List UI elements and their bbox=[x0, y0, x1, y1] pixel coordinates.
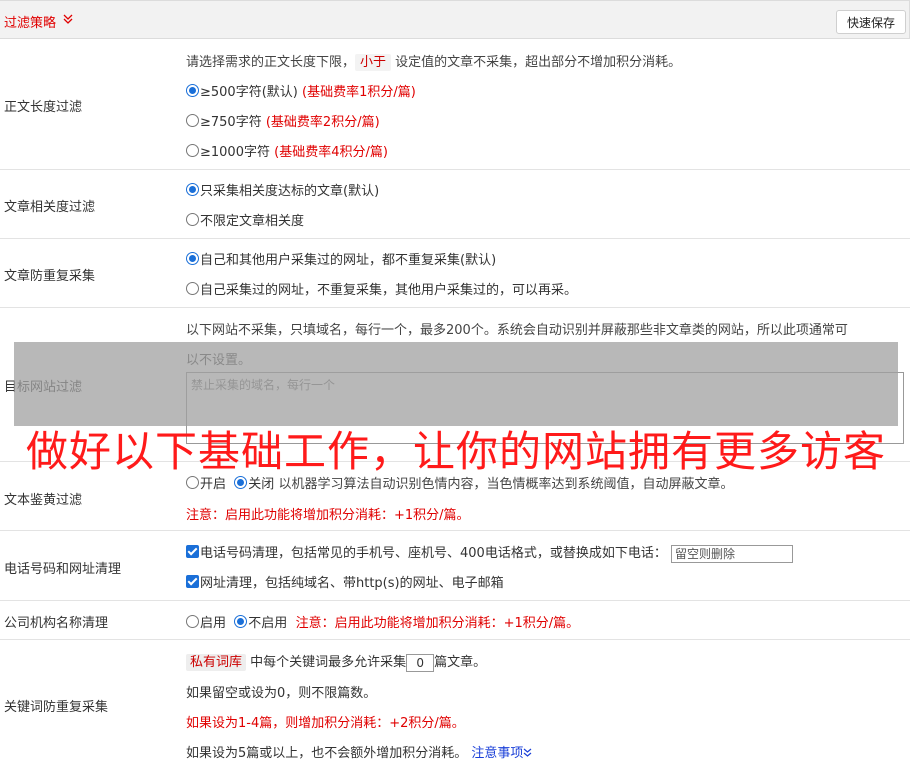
company-row: 公司机构名称清理 启用 不启用 注意：启用此功能将增加积分消耗：+1积分/篇。 bbox=[0, 601, 910, 640]
keyword-dedupe-line3: 如果设为1-4篇，则增加积分消耗：+2积分/篇。 bbox=[186, 716, 465, 731]
length-option-1000-note: (基础费率4积分/篇) bbox=[274, 145, 388, 160]
radio-icon[interactable] bbox=[234, 476, 248, 489]
double-chevron-down-icon bbox=[524, 748, 532, 757]
porn-filter-off-option[interactable]: 关闭 bbox=[234, 476, 275, 492]
length-option-500-note: (基础费率1积分/篇) bbox=[302, 85, 416, 100]
quick-save-button[interactable]: 快速保存 bbox=[836, 10, 906, 34]
radio-icon[interactable] bbox=[186, 252, 199, 265]
porn-filter-desc: 以机器学习算法自动识别色情内容，当色情概率达到系统阈值，自动屏蔽文章。 bbox=[278, 477, 734, 492]
keyword-dedupe-line2: 如果留空或设为0，则不限篇数。 bbox=[186, 686, 377, 701]
company-label: 公司机构名称清理 bbox=[4, 616, 109, 631]
porn-filter-label: 文本鉴黄过滤 bbox=[4, 493, 83, 508]
blocked-domains-textarea[interactable] bbox=[186, 372, 904, 444]
length-option-1000-label: ≥1000字符 bbox=[200, 145, 270, 160]
length-filter-desc: 请选择需求的正文长度下限， 小于 设定值的文章不采集，超出部分不增加积分消耗。 bbox=[186, 51, 682, 71]
phone-url-label: 电话号码和网址清理 bbox=[4, 562, 122, 577]
phone-clean-option: 电话号码清理，包括常见的手机号、座机号、400电话格式，或替换成如下电话： 留空… bbox=[186, 542, 793, 563]
relevance-option-strict-label: 只采集相关度达标的文章(默认) bbox=[200, 184, 380, 199]
phone-url-row: 电话号码和网址清理 电话号码清理，包括常见的手机号、座机号、400电话格式，或替… bbox=[0, 531, 910, 601]
company-off-option[interactable]: 不启用 bbox=[234, 615, 288, 631]
keyword-dedupe-end-text: 篇文章。 bbox=[434, 655, 487, 670]
dedupe-option-self-label: 自己采集过的网址，不重复采集，其他用户采集过的，可以再采。 bbox=[200, 283, 578, 298]
notes-link[interactable]: 注意事项 bbox=[471, 746, 532, 761]
url-clean-text: 网址清理，包括纯域名、带http(s)的网址、电子邮箱 bbox=[200, 576, 504, 591]
company-on-option[interactable]: 启用 bbox=[186, 615, 227, 631]
replacement-phone-input[interactable]: 留空则删除 bbox=[670, 544, 793, 563]
length-filter-desc-suffix: 设定值的文章不采集，超出部分不增加积分消耗。 bbox=[395, 55, 682, 70]
porn-filter-off-label: 关闭 bbox=[248, 477, 275, 492]
porn-filter-options: 开启 关闭 以机器学习算法自动识别色情内容，当色情概率达到系统阈值，自动屏蔽文章… bbox=[186, 473, 733, 492]
length-option-750[interactable]: ≥750字符 (基础费率2积分/篇) bbox=[186, 111, 380, 130]
company-on-label: 启用 bbox=[200, 616, 227, 631]
length-filter-label: 正文长度过滤 bbox=[4, 100, 83, 115]
site-filter-desc-line1: 以下网站不采集，只填域名，每行一个，最多200个。系统会自动识别并屏蔽那些非文章… bbox=[186, 323, 848, 338]
radio-icon[interactable] bbox=[186, 476, 199, 489]
keyword-dedupe-line1: 私有词库 中每个关键词最多允许采集 0 篇文章。 bbox=[186, 651, 486, 672]
length-option-1000[interactable]: ≥1000字符 (基础费率4积分/篇) bbox=[186, 141, 388, 160]
phone-clean-text: 电话号码清理，包括常见的手机号、座机号、400电话格式，或替换成如下电话： bbox=[200, 546, 667, 561]
dedupe-option-all-label: 自己和其他用户采集过的网址，都不重复采集(默认) bbox=[200, 253, 497, 268]
relevance-option-any-label: 不限定文章相关度 bbox=[200, 214, 305, 229]
dedupe-label: 文章防重复采集 bbox=[4, 269, 96, 284]
company-note: 注意：启用此功能将增加积分消耗：+1积分/篇。 bbox=[295, 616, 580, 631]
porn-filter-on-label: 开启 bbox=[200, 477, 227, 492]
checkbox-icon[interactable] bbox=[186, 575, 199, 588]
url-clean-option: 网址清理，包括纯域名、带http(s)的网址、电子邮箱 bbox=[186, 572, 504, 591]
keyword-dedupe-label: 关键词防重复采集 bbox=[4, 700, 109, 715]
less-than-tag: 小于 bbox=[355, 54, 392, 71]
length-option-500[interactable]: ≥500字符(默认) (基础费率1积分/篇) bbox=[186, 81, 416, 100]
keyword-dedupe-mid-text: 中每个关键词最多允许采集 bbox=[250, 655, 407, 670]
notes-link-label: 注意事项 bbox=[471, 746, 524, 761]
dedupe-row: 文章防重复采集 自己和其他用户采集过的网址，都不重复采集(默认) 自己采集过的网… bbox=[0, 239, 910, 308]
dedupe-option-all[interactable]: 自己和其他用户采集过的网址，都不重复采集(默认) bbox=[186, 249, 496, 268]
porn-filter-note: 注意：启用此功能将增加积分消耗：+1积分/篇。 bbox=[186, 508, 470, 523]
section-title[interactable]: 过滤策略 bbox=[4, 12, 56, 31]
relevance-row: 文章相关度过滤 只采集相关度达标的文章(默认) 不限定文章相关度 bbox=[0, 170, 910, 239]
keyword-dedupe-line4: 如果设为5篇或以上，也不会额外增加积分消耗。 注意事项 bbox=[186, 742, 532, 761]
length-option-750-label: ≥750字符 bbox=[200, 115, 262, 130]
relevance-label: 文章相关度过滤 bbox=[4, 200, 96, 215]
company-off-label: 不启用 bbox=[248, 616, 288, 631]
radio-icon[interactable] bbox=[186, 183, 199, 196]
relevance-option-any[interactable]: 不限定文章相关度 bbox=[186, 210, 304, 229]
radio-icon[interactable] bbox=[186, 84, 199, 97]
double-chevron-down-icon[interactable] bbox=[62, 13, 74, 25]
radio-icon[interactable] bbox=[186, 213, 199, 226]
radio-icon[interactable] bbox=[186, 282, 199, 295]
radio-icon[interactable] bbox=[186, 144, 199, 157]
length-option-500-label: ≥500字符(默认) bbox=[200, 85, 298, 100]
site-filter-desc-line2: 以不设置。 bbox=[186, 353, 252, 368]
keyword-dedupe-row: 关键词防重复采集 私有词库 中每个关键词最多允许采集 0 篇文章。 如果留空或设为0… bbox=[0, 640, 910, 768]
porn-filter-on-option[interactable]: 开启 bbox=[186, 476, 227, 492]
length-filter-row: 正文长度过滤 请选择需求的正文长度下限， 小于 设定值的文章不采集，超出部分不增加… bbox=[0, 39, 910, 170]
length-filter-desc-prefix: 请选择需求的正文长度下限， bbox=[186, 55, 356, 70]
radio-icon[interactable] bbox=[186, 615, 199, 628]
relevance-option-strict[interactable]: 只采集相关度达标的文章(默认) bbox=[186, 180, 379, 199]
keyword-dedupe-line4-text: 如果设为5篇或以上，也不会额外增加积分消耗。 bbox=[186, 746, 468, 761]
dedupe-option-self[interactable]: 自己采集过的网址，不重复采集，其他用户采集过的，可以再采。 bbox=[186, 279, 577, 298]
company-options: 启用 不启用 注意：启用此功能将增加积分消耗：+1积分/篇。 bbox=[186, 612, 579, 631]
porn-filter-row: 文本鉴黄过滤 开启 关闭 以机器学习算法自动识别色情内容，当色情概率达到系统阈值… bbox=[0, 462, 910, 531]
filter-strategy-header: 过滤策略 快速保存 bbox=[0, 0, 910, 39]
private-lexicon-tag[interactable]: 私有词库 bbox=[186, 654, 247, 671]
site-filter-label: 目标网站过滤 bbox=[4, 380, 83, 395]
radio-icon[interactable] bbox=[186, 114, 199, 127]
checkbox-icon[interactable] bbox=[186, 545, 199, 558]
length-option-750-note: (基础费率2积分/篇) bbox=[265, 115, 380, 130]
radio-icon[interactable] bbox=[234, 615, 248, 628]
max-articles-input[interactable]: 0 bbox=[406, 653, 435, 672]
